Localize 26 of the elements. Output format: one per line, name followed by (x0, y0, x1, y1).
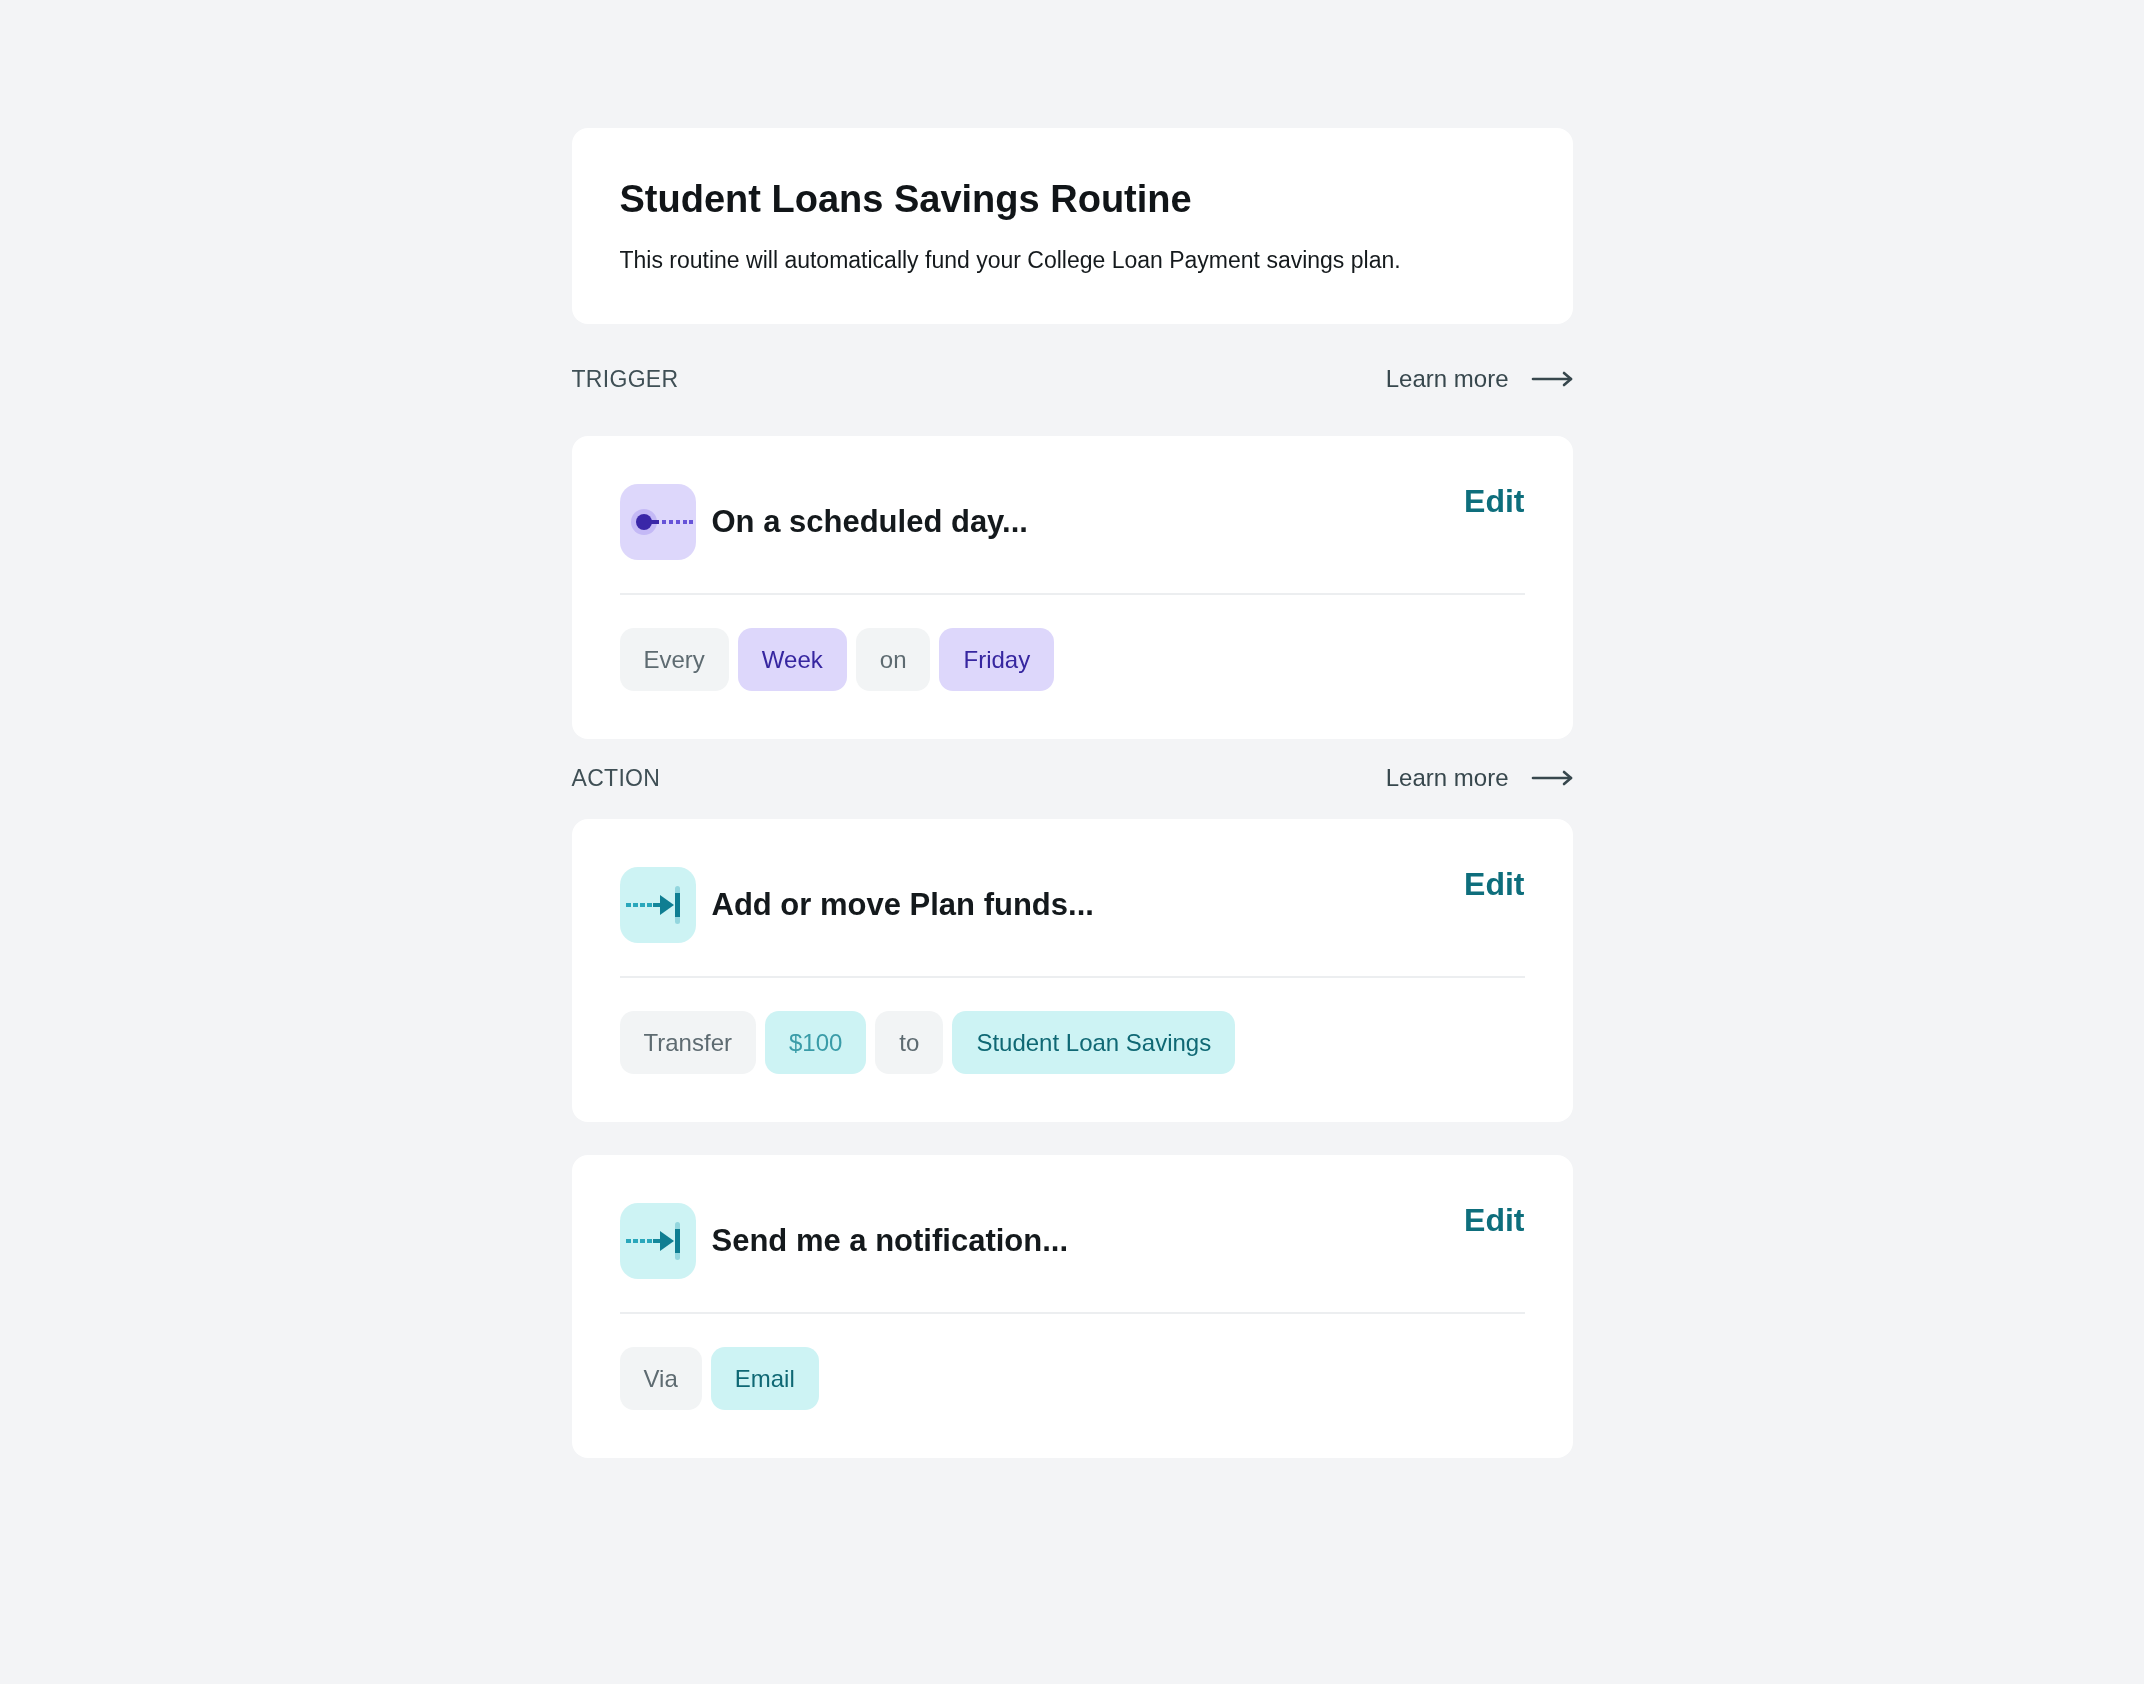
step-title: Send me a notification... (711, 1222, 1069, 1260)
value-chip: Email (710, 1347, 819, 1410)
condition-chip: Via (619, 1347, 702, 1410)
condition-chip: to (875, 1011, 944, 1074)
condition-chip: Transfer (619, 1011, 756, 1074)
amount-chip: $100 (764, 1011, 867, 1074)
value-chip: Week (737, 628, 847, 691)
learn-more-link[interactable]: Learn more (1385, 764, 1573, 792)
arrow-right-icon (1530, 371, 1573, 387)
learn-more-link[interactable]: Learn more (1385, 365, 1573, 393)
edit-link[interactable]: Edit (1464, 1203, 1525, 1237)
section-label: ACTION (571, 764, 661, 792)
routine-title: Student Loans Savings Routine (619, 177, 1193, 222)
arrow-right-icon (1530, 770, 1573, 786)
step-title: Add or move Plan funds... (711, 886, 1094, 924)
arrow-to-bar-icon (619, 867, 696, 943)
condition-chip: on (855, 628, 931, 691)
arrow-to-bar-icon (619, 1203, 696, 1279)
edit-link[interactable]: Edit (1464, 867, 1525, 901)
section-label: TRIGGER (571, 365, 679, 393)
value-chip: Student Loan Savings (952, 1011, 1236, 1074)
value-chip: Friday (939, 628, 1055, 691)
condition-chip: Every (619, 628, 729, 691)
routine-description: This routine will automatically fund your College Loan Payment savings plan. (619, 246, 1402, 275)
step-title: On a scheduled day... (711, 503, 1028, 541)
edit-link[interactable]: Edit (1464, 484, 1525, 518)
